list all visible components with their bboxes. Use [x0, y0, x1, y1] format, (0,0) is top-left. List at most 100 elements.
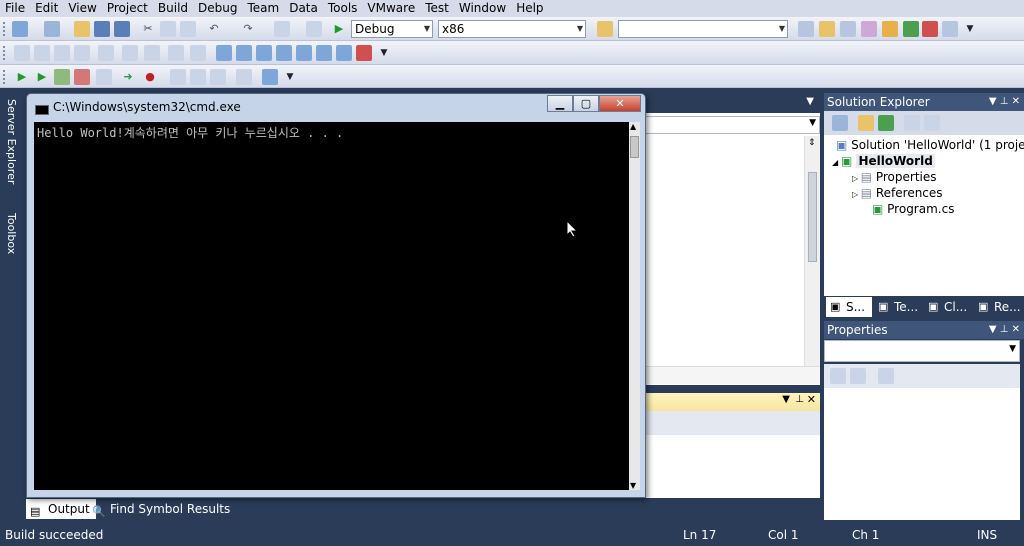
save-all-icon[interactable]: [114, 21, 130, 37]
toolbar-grip-2[interactable]: [3, 46, 6, 60]
start-debugging-icon[interactable]: ▶: [34, 69, 50, 85]
breakpoint-icon[interactable]: ●: [142, 69, 158, 85]
undo-icon[interactable]: ↶: [206, 21, 222, 37]
bookmark-icon[interactable]: [216, 45, 232, 61]
bookmark-window-icon[interactable]: [316, 45, 332, 61]
tree-program-cs[interactable]: ▣ Program.cs: [872, 201, 954, 217]
previous-bookmark-icon[interactable]: [236, 45, 252, 61]
categorized-icon[interactable]: [830, 368, 846, 384]
platform-select[interactable]: x86 ▼: [438, 20, 586, 38]
alphabetical-icon[interactable]: [850, 368, 866, 384]
open-file-icon[interactable]: [74, 21, 90, 37]
tab-output[interactable]: ▤ Output: [26, 499, 96, 519]
collapsed-icon[interactable]: ▷: [852, 190, 861, 199]
menu-test[interactable]: Test: [420, 0, 454, 17]
complete-word-icon[interactable]: [74, 45, 90, 61]
start-page-icon[interactable]: [903, 21, 919, 37]
collapsed-icon[interactable]: ▷: [852, 174, 861, 183]
navigate-backward-icon[interactable]: [274, 21, 290, 37]
properties-grid[interactable]: [824, 388, 1020, 520]
scroll-up-icon[interactable]: ▲: [630, 122, 636, 131]
view-code-icon[interactable]: [924, 115, 940, 131]
scroll-thumb[interactable]: [630, 136, 639, 158]
stop-icon[interactable]: [74, 69, 90, 85]
quick-info-icon[interactable]: [54, 45, 70, 61]
continue-icon[interactable]: ▶: [14, 69, 30, 85]
menu-project[interactable]: Project: [102, 0, 153, 17]
minimize-button[interactable]: ▁: [547, 95, 573, 112]
close-button[interactable]: ✕: [599, 95, 641, 112]
paste-icon[interactable]: [180, 21, 196, 37]
tree-solution[interactable]: ▣ Solution 'HelloWorld' (1 project): [836, 137, 1024, 153]
toolbar-options-icon-3[interactable]: ▼: [282, 69, 298, 85]
decrease-indent-icon[interactable]: [98, 45, 114, 61]
list-members-icon[interactable]: [14, 45, 30, 61]
editor-vertical-scrollbar[interactable]: ⇕: [804, 136, 820, 366]
menu-window[interactable]: Window: [454, 0, 511, 17]
scroll-thumb[interactable]: [808, 172, 817, 262]
panel-controls-icon-2[interactable]: ▼ ⊥ ✕: [989, 321, 1020, 339]
cmd-window[interactable]: C:\Windows\system32\cmd.exe ▁ ▢ ✕ Hello …: [26, 93, 646, 498]
panel-menu-icon[interactable]: ▼: [782, 394, 790, 405]
menu-debug[interactable]: Debug: [193, 0, 242, 17]
menu-edit[interactable]: Edit: [30, 0, 63, 17]
view-class-diagram-icon[interactable]: [904, 115, 920, 131]
redo-icon[interactable]: ↷: [240, 21, 256, 37]
menu-view[interactable]: View: [63, 0, 101, 17]
toolbar-options-icon[interactable]: ▼: [962, 21, 978, 37]
increase-indent-icon[interactable]: [122, 45, 138, 61]
bookmark-doc-icon[interactable]: [336, 45, 352, 61]
refresh-icon[interactable]: [878, 115, 894, 131]
panel-controls-icon[interactable]: ▼ ⊥ ✕: [989, 93, 1020, 111]
tab-team-explorer[interactable]: ▣ Te...: [874, 297, 922, 317]
close-icon[interactable]: ✕: [807, 393, 816, 406]
menu-team[interactable]: Team: [242, 0, 284, 17]
save-icon[interactable]: [94, 21, 110, 37]
step-over-icon[interactable]: [170, 69, 186, 85]
step-out-icon[interactable]: [190, 69, 206, 85]
solution-explorer-icon[interactable]: [798, 21, 814, 37]
restart-icon[interactable]: [96, 69, 112, 85]
pin-icon[interactable]: ⊥: [795, 394, 804, 405]
extension-manager-icon[interactable]: [882, 21, 898, 37]
toolbar-grip-3[interactable]: [3, 70, 6, 84]
toolbar-options-icon-2[interactable]: ▼: [376, 45, 392, 61]
toolbox-icon[interactable]: [861, 21, 877, 37]
cut-icon[interactable]: ✂: [140, 21, 156, 37]
tab-class-view[interactable]: ▣ Cl...: [924, 297, 972, 317]
scroll-down-icon[interactable]: ▼: [630, 481, 636, 490]
show-all-files-icon[interactable]: [858, 115, 874, 131]
console-scrollbar[interactable]: ▲ ▼: [629, 122, 640, 490]
parameter-info-icon[interactable]: [34, 45, 50, 61]
properties-window-icon[interactable]: [819, 21, 835, 37]
attach-icon[interactable]: [54, 69, 70, 85]
clear-bookmarks-icon[interactable]: [356, 45, 372, 61]
server-explorer-tab[interactable]: Server Explorer: [2, 99, 18, 184]
find-combo[interactable]: ▼: [618, 20, 788, 38]
command-window-icon[interactable]: [942, 21, 958, 37]
tab-solution-explorer[interactable]: ▣ S...: [826, 297, 872, 317]
next-bookmark-folder-icon[interactable]: [296, 45, 312, 61]
toolbar-grip[interactable]: [3, 22, 6, 36]
next-bookmark-icon[interactable]: [256, 45, 272, 61]
menu-file[interactable]: File: [0, 0, 30, 17]
solution-config-select[interactable]: Debug ▼: [351, 20, 433, 38]
add-item-icon[interactable]: [44, 21, 60, 37]
expand-icon[interactable]: ◢: [832, 158, 841, 167]
menu-help[interactable]: Help: [511, 0, 548, 17]
copy-icon[interactable]: [160, 21, 176, 37]
hex-display-icon[interactable]: [210, 69, 226, 85]
properties-object-select[interactable]: ▼: [824, 340, 1020, 362]
menu-tools[interactable]: Tools: [323, 0, 363, 17]
toggle-bookmark-icon[interactable]: [190, 45, 206, 61]
object-browser-icon[interactable]: [840, 21, 856, 37]
menu-data[interactable]: Data: [284, 0, 323, 17]
comment-out-icon[interactable]: [144, 45, 160, 61]
member-dropdown[interactable]: ▼: [640, 116, 820, 134]
new-project-icon[interactable]: [12, 21, 28, 37]
prev-bookmark-folder-icon[interactable]: [276, 45, 292, 61]
properties-icon[interactable]: [832, 115, 848, 131]
immediate-window-icon[interactable]: [262, 69, 278, 85]
menu-vmware[interactable]: VMware: [362, 0, 420, 17]
team-explorer-icon[interactable]: [922, 21, 938, 37]
